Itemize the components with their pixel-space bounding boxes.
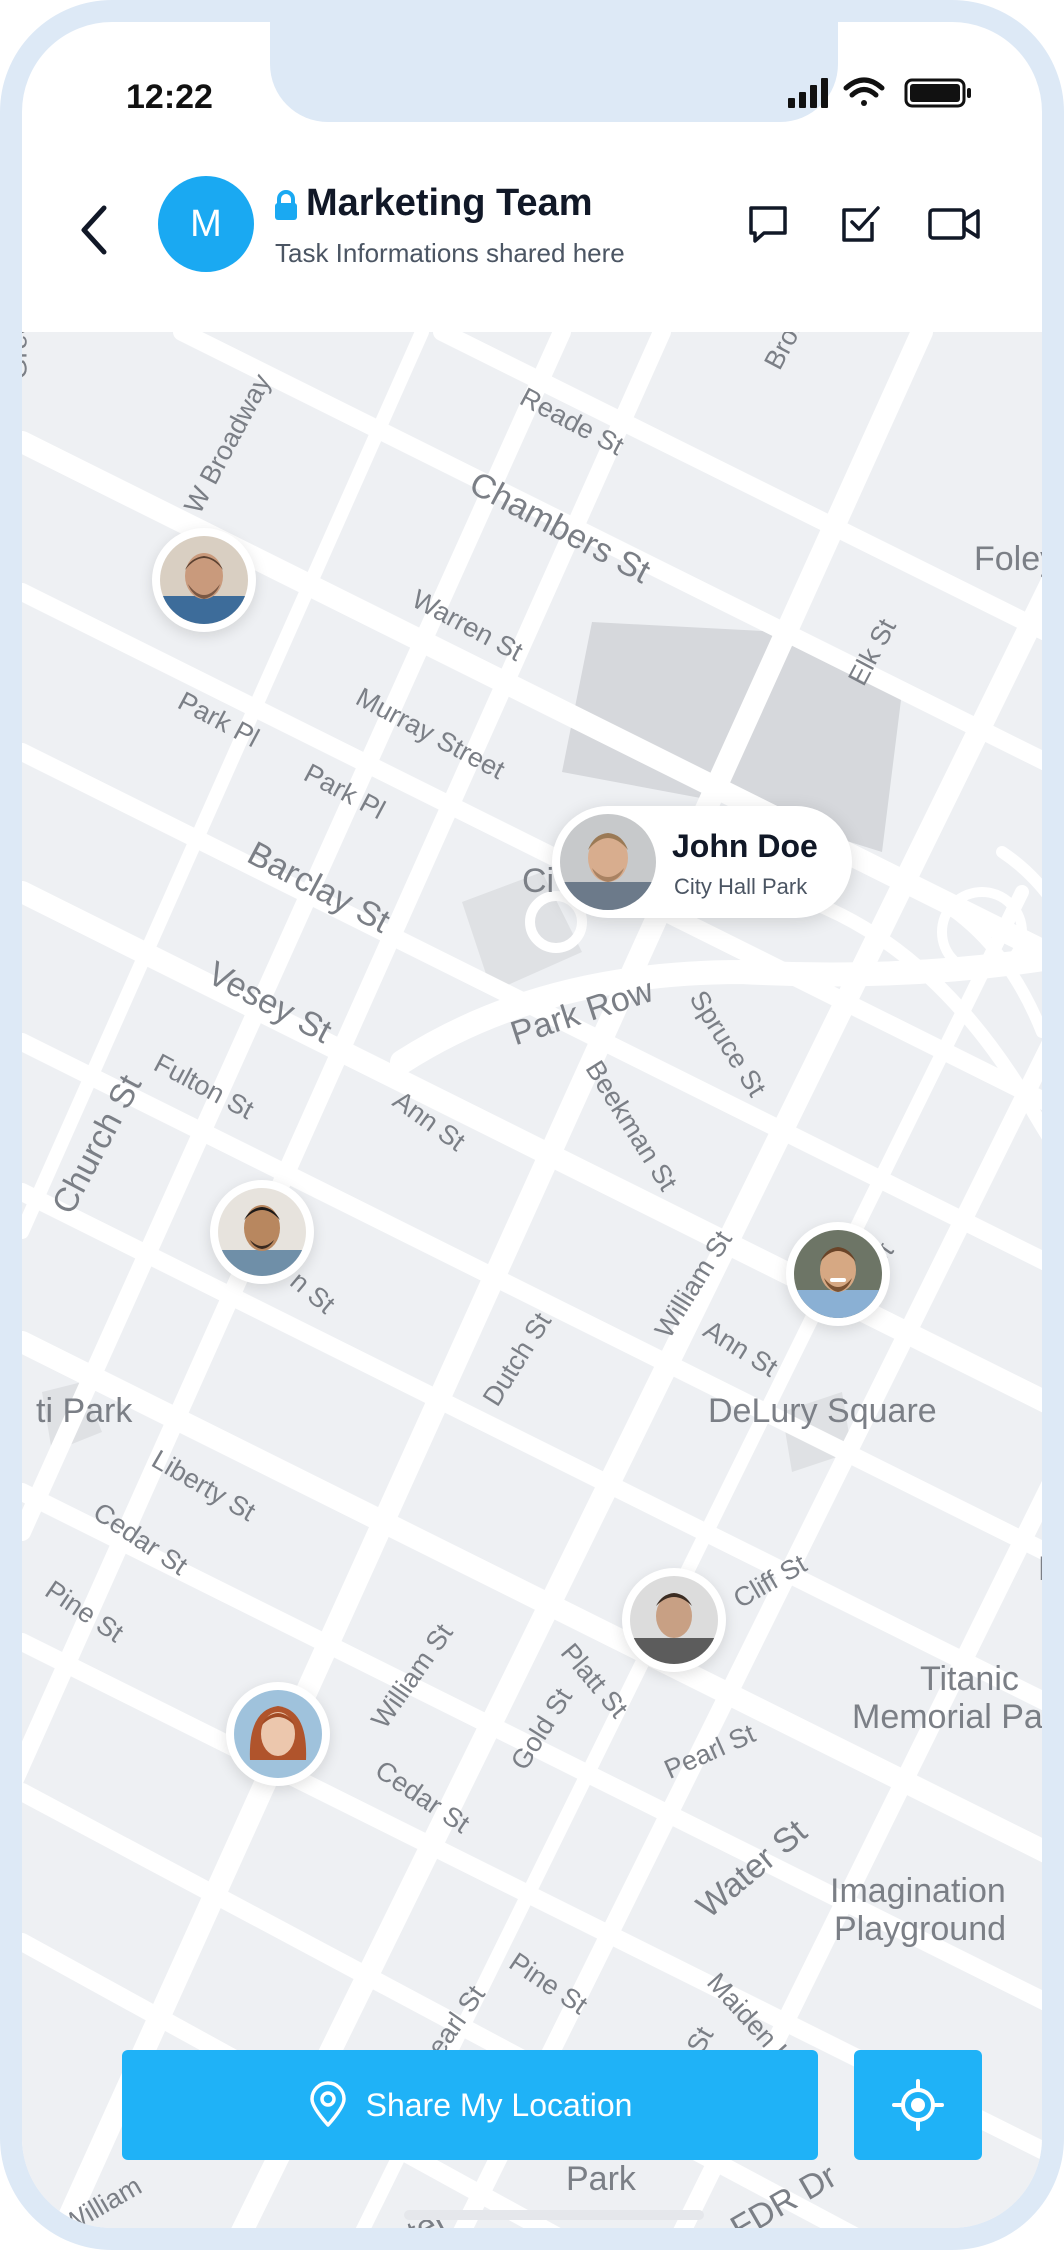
- user-avatar: [234, 1690, 322, 1778]
- home-indicator: [404, 2210, 704, 2220]
- user-avatar: [160, 536, 248, 624]
- selected-user-callout[interactable]: John Doe City Hall Park: [552, 806, 852, 918]
- street-label: DeLury Square: [708, 1392, 937, 1430]
- user-avatar: [218, 1188, 306, 1276]
- chat-icon[interactable]: [744, 200, 792, 248]
- user-pin[interactable]: [786, 1222, 890, 1326]
- battery-icon: [904, 78, 971, 108]
- street-label: P: [1038, 1550, 1061, 1588]
- signal-icon: [788, 78, 828, 108]
- user-avatar: [630, 1576, 718, 1664]
- street-label: Park: [566, 2160, 636, 2198]
- street-label: Greenw: [22, 332, 33, 380]
- user-avatar: [794, 1230, 882, 1318]
- notch: [270, 22, 838, 122]
- street-label: Memorial Pa: [852, 1698, 1043, 1736]
- street-label: Ci: [522, 862, 555, 900]
- street-label: Imagination: [830, 1872, 1006, 1910]
- callout-user-name: John Doe: [672, 828, 818, 864]
- location-pin-icon: [309, 2081, 346, 2127]
- status-icons: [788, 74, 978, 110]
- street-label: ti Park: [36, 1392, 133, 1430]
- back-arrow-icon[interactable]: [74, 202, 114, 258]
- user-pin[interactable]: [210, 1180, 314, 1284]
- group-subtitle: Task Informations shared here: [275, 238, 625, 268]
- phone-frame: 12:22 M Marketing Team Task Informations…: [0, 0, 1064, 2250]
- group-title: Marketing Team: [306, 182, 593, 224]
- user-pin[interactable]: [152, 528, 256, 632]
- video-call-icon[interactable]: [926, 200, 982, 248]
- crosshair-icon: [892, 2079, 944, 2131]
- group-avatar[interactable]: M: [158, 176, 254, 272]
- wifi-icon: [843, 77, 885, 106]
- street-label: Playground: [834, 1910, 1007, 1948]
- share-location-button[interactable]: Share My Location: [122, 2050, 818, 2160]
- user-avatar: [560, 814, 656, 910]
- chat-header: M Marketing Team Task Informations share…: [22, 132, 1042, 332]
- map-view[interactable]: Reade St Broa Chambers St Foley W Broadw…: [22, 332, 1061, 2228]
- street-label: Foley: [974, 540, 1058, 578]
- user-pin[interactable]: [622, 1568, 726, 1672]
- user-pin[interactable]: [226, 1682, 330, 1786]
- street-label: Titanic: [920, 1660, 1019, 1698]
- status-time: 12:22: [126, 78, 213, 116]
- callout-user-location: City Hall Park: [674, 874, 808, 899]
- lock-icon: [275, 190, 297, 220]
- my-location-button[interactable]: [854, 2050, 982, 2160]
- share-location-label: Share My Location: [365, 2086, 633, 2123]
- task-check-icon[interactable]: [836, 200, 884, 248]
